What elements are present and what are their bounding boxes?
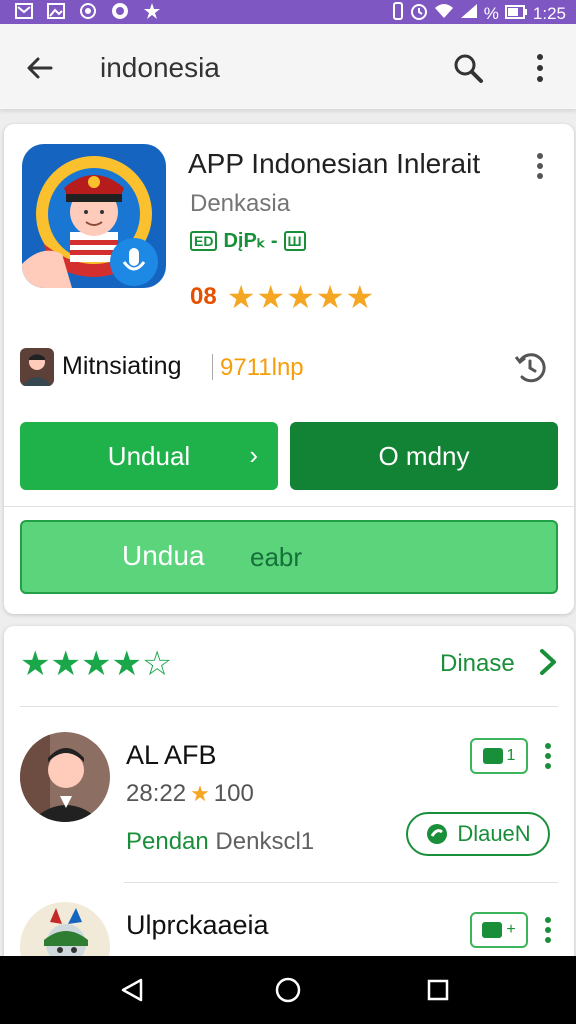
- person-avatar-icon: [20, 348, 54, 386]
- badge-count: +: [506, 921, 516, 938]
- divider: [124, 882, 558, 883]
- app-developer[interactable]: Denkasia: [190, 190, 290, 218]
- mail-icon: [14, 2, 34, 20]
- target-icon: [110, 2, 130, 20]
- wide-label-left: Undua: [122, 540, 205, 571]
- square-recents-icon: [427, 979, 449, 1001]
- publisher-avatar[interactable]: [20, 348, 54, 386]
- battery-percent: %: [483, 3, 499, 23]
- star-icon: ★: [190, 781, 210, 806]
- chat-icon: [482, 922, 503, 938]
- tag-box-b: Ш: [283, 230, 306, 251]
- review-sub-grey: Denkscl1: [215, 828, 315, 855]
- overflow-menu-button[interactable]: [518, 46, 562, 90]
- more-vert-icon: [545, 743, 551, 769]
- system-indicators: % 1:25: [392, 2, 566, 25]
- chevron-right-icon: ›: [249, 440, 258, 470]
- divider: [4, 506, 574, 507]
- tag-text: DįPₖ -: [223, 230, 278, 252]
- image-icon: [46, 2, 66, 20]
- more-vert-icon: [537, 54, 543, 82]
- more-vert-icon: [545, 917, 551, 943]
- reviewer-name: AL AFB: [126, 740, 217, 770]
- history-icon: [514, 353, 546, 383]
- reviews-stars: ★★★★☆: [20, 645, 173, 683]
- circle-home-icon: [275, 977, 301, 1003]
- triangle-back-icon: [121, 978, 143, 1002]
- review-badge[interactable]: 1: [470, 738, 528, 774]
- chat-bubble-icon: [427, 824, 448, 844]
- app-logo-icon: [22, 144, 166, 288]
- review-subtitle: Pendan Denkscl1: [126, 828, 314, 856]
- back-button[interactable]: [18, 46, 62, 90]
- review-menu-button[interactable]: [538, 912, 558, 948]
- rating-stars: ★★★★★: [226, 279, 376, 315]
- publisher-count: 9711lnp: [220, 354, 304, 381]
- publisher-name[interactable]: Mitnsiating: [62, 352, 182, 381]
- wifi-icon: [434, 3, 454, 24]
- signal-icon: [460, 3, 478, 24]
- review-action-button[interactable]: DlaueN: [406, 812, 550, 856]
- arrow-left-icon: [27, 57, 53, 79]
- see-more-link[interactable]: Dinase: [440, 650, 515, 678]
- wide-action-button[interactable]: Undua eabr: [20, 520, 558, 594]
- publisher-row: Mitnsiating 9711lnp: [20, 346, 560, 388]
- search-button[interactable]: [446, 46, 490, 90]
- rating-number: 08: [190, 283, 217, 310]
- record-icon: [78, 2, 98, 20]
- battery-icon: [504, 4, 527, 24]
- install-button[interactable]: Undual ›: [20, 422, 278, 490]
- reviewer-avatar[interactable]: [20, 732, 110, 822]
- install-label: Undual: [107, 440, 191, 471]
- app-title[interactable]: APP Indonesian Inlerait: [188, 148, 480, 180]
- nav-recents-button[interactable]: [416, 968, 460, 1012]
- alarm-icon: [410, 2, 428, 25]
- publisher-separator: [212, 354, 213, 380]
- badge-count: 1: [506, 747, 516, 764]
- nav-home-button[interactable]: [266, 968, 310, 1012]
- reviews-card: ★★★★☆ Dinase AL AFB 28:22 ★ 100 Pendan D…: [4, 626, 574, 992]
- app-tags: ED DįPₖ - Ш: [190, 228, 306, 253]
- chevron-right-icon: [540, 649, 556, 675]
- wide-label-right: eabr: [250, 542, 303, 572]
- app-card-menu-button[interactable]: [524, 148, 556, 184]
- app-rating: 08 ★★★★★: [190, 278, 375, 316]
- person-avatar-icon: [20, 732, 110, 822]
- see-more-button[interactable]: [530, 640, 566, 684]
- review-action-label: DlaueN: [457, 821, 531, 846]
- history-button[interactable]: [508, 346, 552, 388]
- search-icon: [454, 54, 483, 83]
- search-query[interactable]: indonesia: [100, 52, 220, 84]
- review-time: 28:22: [126, 780, 187, 807]
- vibrate-icon: [392, 2, 404, 25]
- notification-icons: [14, 2, 162, 20]
- app-card: APP Indonesian Inlerait Denkasia ED DįPₖ…: [4, 124, 574, 614]
- reviewer-name: Ulprckaaeia: [126, 910, 269, 940]
- system-nav-bar: [0, 956, 576, 1024]
- nav-back-button[interactable]: [110, 968, 154, 1012]
- divider: [20, 706, 558, 707]
- review-menu-button[interactable]: [538, 738, 558, 774]
- chat-icon: [482, 748, 503, 764]
- review-score: 100: [213, 780, 254, 807]
- status-bar: % 1:25: [0, 0, 576, 24]
- search-app-bar: indonesia: [0, 24, 576, 110]
- open-label: O mdny: [378, 440, 470, 471]
- review-meta: 28:22 ★ 100: [126, 780, 254, 808]
- star-icon: [142, 2, 162, 20]
- open-button[interactable]: O mdny: [290, 422, 558, 490]
- app-icon[interactable]: [22, 144, 166, 288]
- tag-box-a: ED: [190, 230, 218, 251]
- clock: 1:25: [532, 3, 566, 23]
- review-sub-green: Pendan: [126, 828, 209, 855]
- review-badge[interactable]: +: [470, 912, 528, 948]
- more-vert-icon: [537, 153, 543, 179]
